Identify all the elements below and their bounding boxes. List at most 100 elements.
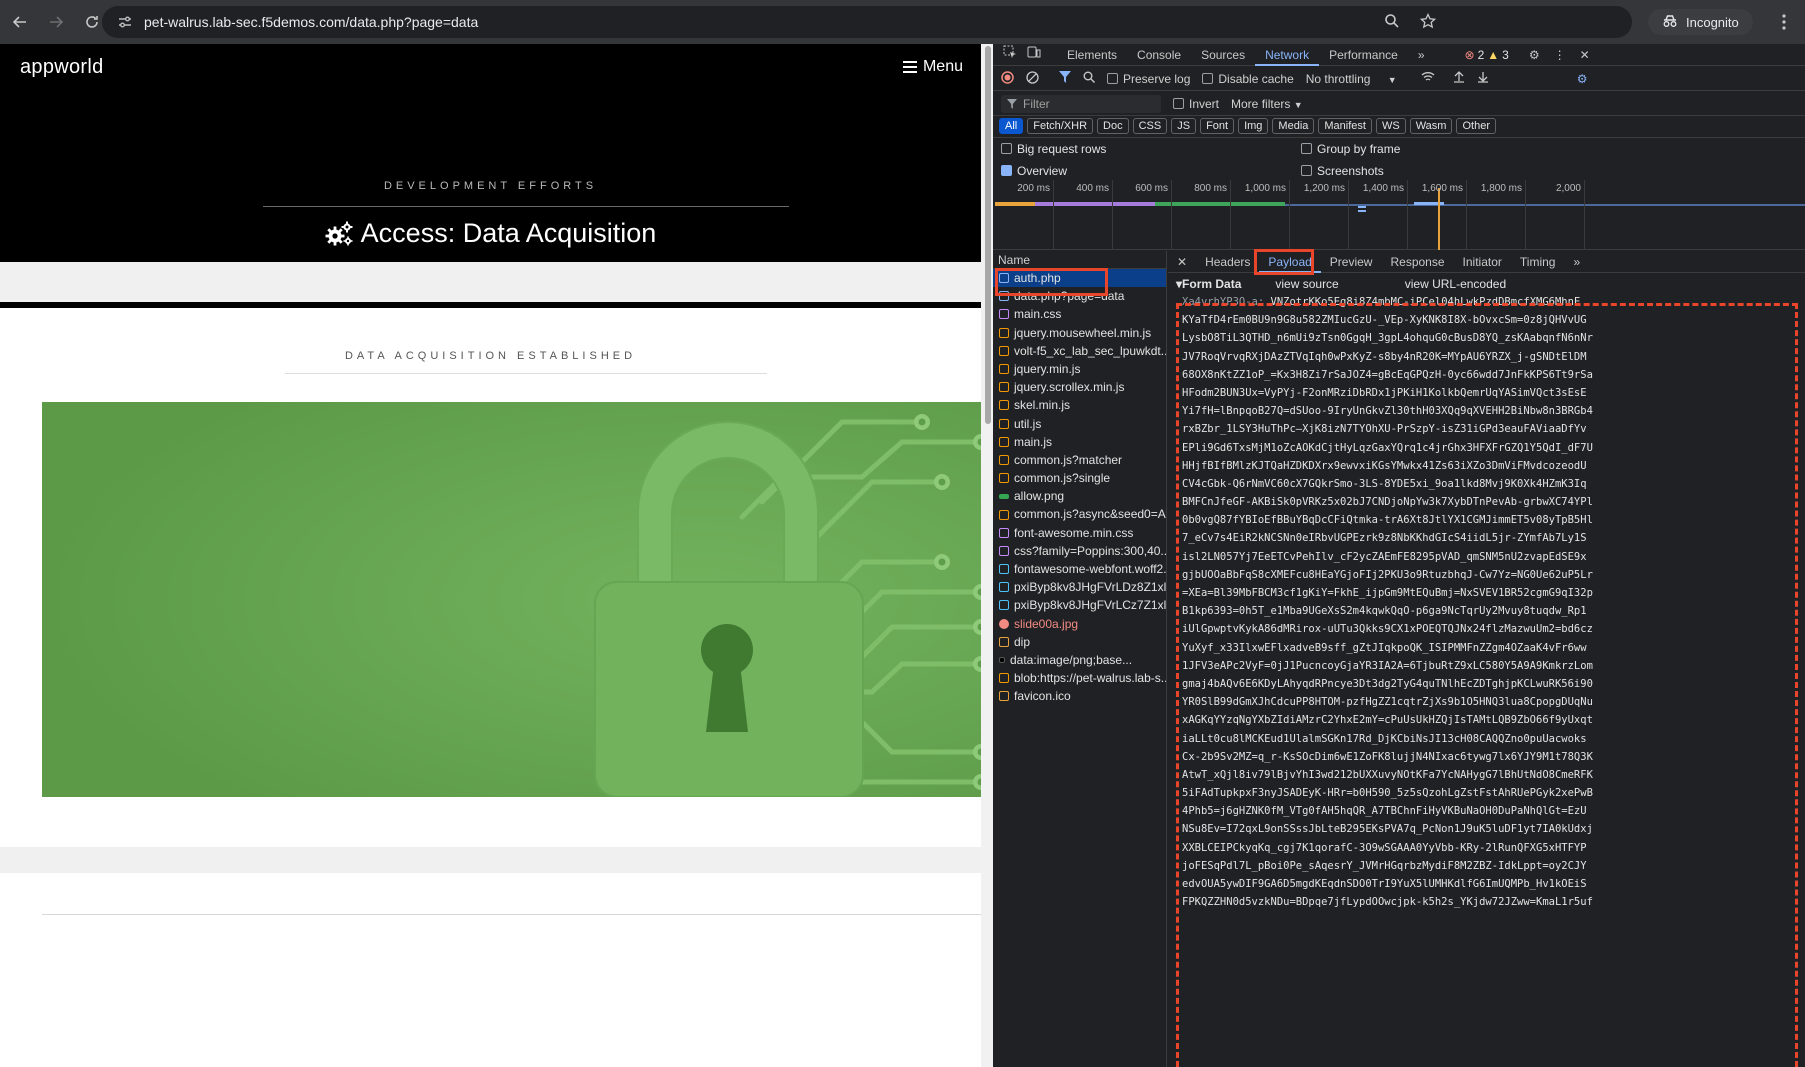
zoom-icon[interactable] bbox=[1384, 13, 1400, 34]
request-row[interactable]: jquery.scrollex.min.js bbox=[993, 378, 1166, 396]
tab-elements[interactable]: Elements bbox=[1051, 44, 1127, 66]
more-detail-tabs-icon[interactable]: » bbox=[1564, 251, 1589, 273]
issues-counter[interactable]: ⊗ 2 ▲ 3 bbox=[1465, 48, 1509, 62]
request-row[interactable]: jquery.min.js bbox=[993, 360, 1166, 378]
tab-sources[interactable]: Sources bbox=[1191, 44, 1255, 66]
disable-cache-checkbox[interactable]: Disable cache bbox=[1202, 72, 1294, 86]
invert-checkbox[interactable]: Invert bbox=[1173, 97, 1219, 111]
filter-chip-other[interactable]: Other bbox=[1456, 117, 1496, 134]
settings-gear-icon[interactable]: ⚙ bbox=[1529, 48, 1540, 62]
devtools-menu-icon[interactable]: ⋮ bbox=[1554, 48, 1566, 62]
filter-chip-manifest[interactable]: Manifest bbox=[1318, 117, 1372, 134]
request-detail-pane: ✕ Headers Payload Preview Response Initi… bbox=[1168, 249, 1805, 1067]
big-request-rows-checkbox[interactable]: Big request rows bbox=[1001, 138, 1301, 160]
request-row[interactable]: common.js?single bbox=[993, 469, 1166, 487]
export-har-icon[interactable] bbox=[1477, 71, 1489, 86]
filter-chip-ws[interactable]: WS bbox=[1375, 117, 1406, 134]
request-row[interactable]: fontawesome-webfont.woff2... bbox=[993, 560, 1166, 578]
overview-checkbox[interactable]: Overview bbox=[1001, 160, 1301, 182]
filter-funnel-icon[interactable] bbox=[1059, 71, 1071, 86]
group-by-frame-checkbox[interactable]: Group by frame bbox=[1301, 138, 1400, 160]
request-row[interactable]: allow.png bbox=[993, 487, 1166, 505]
request-row[interactable]: volt-f5_xc_lab_sec_lpuwkdt... bbox=[993, 342, 1166, 360]
timeline-tick-label: 200 ms bbox=[1017, 183, 1050, 194]
filter-chip-wasm[interactable]: Wasm bbox=[1409, 117, 1453, 134]
request-row[interactable]: common.js?matcher bbox=[993, 451, 1166, 469]
filter-chip-js[interactable]: JS bbox=[1171, 117, 1197, 134]
payload-line: Yi7fH=lBnpqoB27Q=dSUoo-9IryUnGkvZl30thH0… bbox=[1182, 405, 1593, 418]
request-row[interactable]: main.js bbox=[993, 433, 1166, 451]
filter-chip-img[interactable]: Img bbox=[1238, 117, 1269, 134]
incognito-icon bbox=[1662, 14, 1678, 31]
site-info-icon[interactable] bbox=[110, 14, 140, 30]
timeline-tick: 600 ms bbox=[1135, 180, 1172, 250]
filter-chip-font[interactable]: Font bbox=[1200, 117, 1235, 134]
record-icon[interactable] bbox=[1001, 70, 1014, 87]
request-row[interactable]: pxiByp8kv8JHgFVrLCz7Z1xl... bbox=[993, 596, 1166, 614]
network-settings-icon[interactable]: ⚙ bbox=[1577, 72, 1588, 86]
back-button[interactable] bbox=[4, 6, 36, 38]
more-filters-dropdown[interactable]: More filters ▼ bbox=[1231, 97, 1303, 111]
search-icon[interactable] bbox=[1083, 71, 1095, 86]
close-devtools-icon[interactable]: ✕ bbox=[1580, 48, 1590, 62]
filter-input[interactable]: Filter bbox=[1001, 94, 1161, 113]
throttling-select[interactable]: No throttling ▼ bbox=[1306, 72, 1397, 86]
request-row[interactable]: pxiByp8kv8JHgFVrLDz8Z1xl... bbox=[993, 578, 1166, 596]
request-row[interactable]: slide00a.jpg bbox=[993, 615, 1166, 633]
more-tabs-icon[interactable]: » bbox=[1408, 44, 1435, 66]
request-row[interactable]: css?family=Poppins:300,40... bbox=[993, 542, 1166, 560]
close-detail-icon[interactable]: ✕ bbox=[1168, 251, 1196, 273]
tab-headers[interactable]: Headers bbox=[1196, 251, 1259, 273]
network-options: Big request rows Group by frame Overview… bbox=[1001, 138, 1801, 182]
inspect-element-icon[interactable] bbox=[993, 44, 1027, 66]
payload-line: isl2LN057Yj7EeETCvPehIlv_cF2ycZAEmFE8295… bbox=[1182, 550, 1587, 563]
tab-performance[interactable]: Performance bbox=[1319, 44, 1408, 66]
request-row[interactable]: util.js bbox=[993, 415, 1166, 433]
filter-chip-media[interactable]: Media bbox=[1272, 117, 1315, 134]
name-column-header[interactable]: Name bbox=[993, 251, 1166, 269]
filter-chip-fetch-xhr[interactable]: Fetch/XHR bbox=[1027, 117, 1094, 134]
bookmark-star-icon[interactable] bbox=[1419, 12, 1437, 34]
tab-preview[interactable]: Preview bbox=[1321, 251, 1382, 273]
tab-timing[interactable]: Timing bbox=[1511, 251, 1565, 273]
request-row[interactable]: favicon.ico bbox=[993, 687, 1166, 705]
request-name: css?family=Poppins:300,40... bbox=[1014, 543, 1166, 558]
tab-response[interactable]: Response bbox=[1381, 251, 1453, 273]
browser-menu-icon[interactable] bbox=[1782, 14, 1786, 35]
request-name: pxiByp8kv8JHgFVrLCz7Z1xl... bbox=[1014, 598, 1166, 613]
filter-chip-all[interactable]: All bbox=[999, 117, 1024, 134]
view-url-encoded-link[interactable]: view URL-encoded bbox=[1405, 275, 1506, 293]
device-toolbar-icon[interactable] bbox=[1027, 44, 1051, 66]
network-conditions-icon[interactable] bbox=[1421, 71, 1435, 86]
screenshots-checkbox[interactable]: Screenshots bbox=[1301, 160, 1384, 182]
request-row[interactable]: font-awesome.min.css bbox=[993, 524, 1166, 542]
other-file-icon bbox=[999, 636, 1009, 647]
forward-button[interactable] bbox=[40, 6, 72, 38]
tab-network[interactable]: Network bbox=[1255, 44, 1320, 66]
page-scrollbar-thumb[interactable] bbox=[985, 46, 991, 424]
view-source-link[interactable]: view source bbox=[1275, 275, 1338, 293]
request-row[interactable]: dip bbox=[993, 633, 1166, 651]
request-row[interactable]: blob:https://pet-walrus.lab-s... bbox=[993, 669, 1166, 687]
network-overview-timeline[interactable]: 200 ms 400 ms 600 ms 800 ms 1,000 ms 1,200 ms… bbox=[993, 180, 1805, 250]
request-row[interactable]: jquery.mousewheel.min.js bbox=[993, 324, 1166, 342]
payload-line: Cx-2b9Sv2MZ=q_r-KsSOcDim6wE1ZoFK8lujjN4N… bbox=[1182, 750, 1593, 763]
payload-line: 1JFV3eAPc2VyF=0jJ1PucncoyGjaYR3IA2A=6Tjb… bbox=[1182, 659, 1593, 672]
request-row[interactable]: data:image/png;base... bbox=[993, 651, 1166, 669]
incognito-indicator[interactable]: Incognito bbox=[1648, 9, 1753, 35]
filter-chip-doc[interactable]: Doc bbox=[1097, 117, 1129, 134]
clear-icon[interactable] bbox=[1026, 70, 1039, 87]
tab-console[interactable]: Console bbox=[1127, 44, 1191, 66]
import-har-icon[interactable] bbox=[1453, 71, 1465, 86]
payload-line: YR0SlB99dGmXJhCdcuPP8HTOM-pzfHgZZ1cqtrZj… bbox=[1182, 696, 1593, 709]
site-logo[interactable]: appworld bbox=[20, 56, 104, 79]
request-row[interactable]: main.css bbox=[993, 305, 1166, 323]
menu-button[interactable]: Menu bbox=[902, 58, 963, 76]
preserve-log-checkbox[interactable]: Preserve log bbox=[1107, 72, 1190, 86]
request-row[interactable]: skel.min.js bbox=[993, 396, 1166, 414]
form-data-toggle[interactable]: ▾Form Data bbox=[1176, 275, 1241, 293]
tab-initiator[interactable]: Initiator bbox=[1454, 251, 1511, 273]
request-row[interactable]: common.js?async&seed0=A... bbox=[993, 505, 1166, 523]
type-filter-bar: All Fetch/XHR Doc CSS JS Font Img Media Manifest… bbox=[993, 114, 1805, 138]
filter-chip-css[interactable]: CSS bbox=[1132, 117, 1168, 134]
